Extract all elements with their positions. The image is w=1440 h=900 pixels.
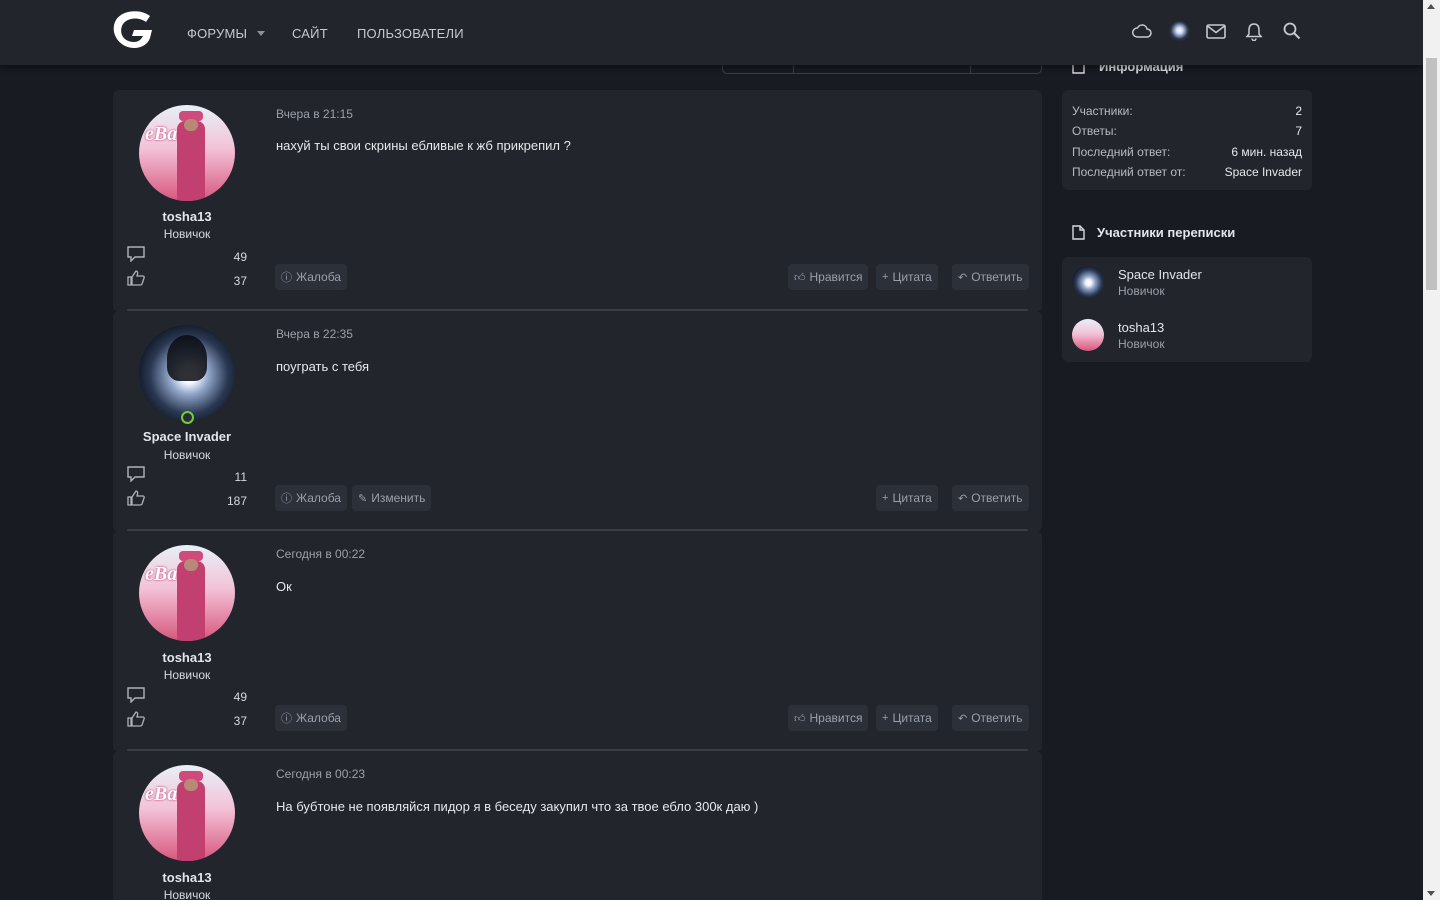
top-navbar: ФОРУМЫ САЙТ ПОЛЬЗОВАТЕЛИ <box>0 0 1423 65</box>
scrollbar-thumb[interactable] <box>1426 58 1437 290</box>
post: Space Invader Новичок 11 187 Вчера в 22:… <box>113 311 1042 532</box>
nav-forums[interactable]: ФОРУМЫ <box>187 26 247 41</box>
post-date[interactable]: Вчера в 21:15 <box>276 107 353 121</box>
thumbs-up-icon: 👍︎ <box>794 712 806 725</box>
alert-icon: ⓘ <box>281 493 292 505</box>
bell-icon[interactable] <box>1243 20 1265 42</box>
likes-count: 37 <box>233 714 247 728</box>
page-scrollbar[interactable] <box>1423 0 1440 900</box>
messages-count: 49 <box>233 690 247 704</box>
avatar[interactable]: eBarl <box>139 765 235 861</box>
nav-users[interactable]: ПОЛЬЗОВАТЕЛИ <box>357 26 464 41</box>
avatar[interactable] <box>139 325 235 421</box>
post-username[interactable]: tosha13 <box>139 209 235 224</box>
post-username[interactable]: tosha13 <box>139 870 235 885</box>
thread-info-panel: Участники: 2 Ответы: 7 Последний ответ: 6 м… <box>1062 90 1312 190</box>
plus-icon: + <box>882 492 889 504</box>
info-row-last-reply-by: Последний ответ от: Space Invader <box>1072 165 1302 179</box>
likes-count: 187 <box>226 494 247 508</box>
post-username[interactable]: Space Invader <box>139 429 235 444</box>
online-status-icon <box>181 411 194 424</box>
post-user-role: Новичок <box>163 668 211 682</box>
mail-icon[interactable] <box>1205 20 1227 42</box>
post-date[interactable]: Сегодня в 00:22 <box>276 547 365 561</box>
reply-icon: ↶ <box>958 492 968 505</box>
search-icon[interactable] <box>1281 20 1303 42</box>
post: eBarl tosha13 Новичок 49 37 Сегодня в 00… <box>113 531 1042 752</box>
quote-button[interactable]: + Цитата <box>876 705 938 731</box>
post-message: нахуй ты свои скрины ебливые к жб прикре… <box>276 138 571 153</box>
cloud-icon[interactable] <box>1131 20 1153 42</box>
reply-button[interactable]: ↶ Ответить <box>952 705 1029 731</box>
plus-icon: + <box>882 271 889 283</box>
info-row-participants: Участники: 2 <box>1072 104 1302 118</box>
avatar[interactable]: eBarl <box>139 545 235 641</box>
participant-role: Новичок <box>1118 283 1165 298</box>
post: eBarl tosha13 Новичок Сегодня в 00:23 На… <box>113 751 1042 900</box>
scroll-down-icon[interactable] <box>1427 891 1435 896</box>
report-button[interactable]: ⓘ Жалоба <box>275 485 347 511</box>
reply-button[interactable]: ↶ Ответить <box>952 264 1029 290</box>
participants-heading: Участники переписки <box>1072 225 1235 240</box>
reply-icon: ↶ <box>958 271 968 284</box>
post-user-role: Новичок <box>163 227 211 241</box>
post-date[interactable]: Вчера в 22:35 <box>276 327 353 341</box>
post-user-role: Новичок <box>163 448 211 462</box>
participant-name[interactable]: Space Invader <box>1118 267 1202 282</box>
post-message: Ок <box>276 579 292 594</box>
post-username[interactable]: tosha13 <box>139 650 235 665</box>
user-avatar-menu[interactable] <box>1169 21 1190 42</box>
likes-count: 37 <box>233 274 247 288</box>
participant-item[interactable]: Space Invader Новичок <box>1072 266 1202 298</box>
document-icon <box>1072 225 1085 240</box>
messages-icon <box>127 687 145 703</box>
avatar[interactable]: eBarl <box>139 105 235 201</box>
scroll-up-icon[interactable] <box>1427 4 1435 9</box>
post-message: На бубтоне не появляйся пидор я в беседу… <box>276 799 759 814</box>
participant-item[interactable]: tosha13 Новичок <box>1072 319 1165 351</box>
chevron-down-icon[interactable] <box>257 31 265 36</box>
avatar[interactable] <box>1072 266 1104 298</box>
edit-button[interactable]: ✎ Изменить <box>352 485 432 511</box>
reply-button[interactable]: ↶ Ответить <box>952 485 1029 511</box>
like-icon <box>127 711 145 727</box>
info-row-last-reply: Последний ответ: 6 мин. назад <box>1072 145 1302 159</box>
participant-name[interactable]: tosha13 <box>1118 320 1165 335</box>
reply-icon: ↶ <box>958 712 968 725</box>
info-row-replies: Ответы: 7 <box>1072 124 1302 138</box>
like-button[interactable]: 👍︎ Нравится <box>788 264 869 290</box>
report-button[interactable]: ⓘ Жалоба <box>275 705 347 731</box>
report-button[interactable]: ⓘ Жалоба <box>275 264 347 290</box>
participants-panel: Space Invader Новичок tosha13 Новичок <box>1062 257 1312 362</box>
quote-button[interactable]: + Цитата <box>876 485 938 511</box>
messages-count: 11 <box>234 470 247 484</box>
alert-icon: ⓘ <box>281 713 292 725</box>
pencil-icon: ✎ <box>358 492 368 505</box>
alert-icon: ⓘ <box>281 272 292 284</box>
post-message: поуграть с тебя <box>276 359 370 374</box>
participant-role: Новичок <box>1118 336 1165 351</box>
messages-count: 49 <box>233 250 247 264</box>
post-date[interactable]: Сегодня в 00:23 <box>276 767 365 781</box>
nav-site[interactable]: САЙТ <box>292 26 328 41</box>
site-logo[interactable] <box>110 8 158 54</box>
like-icon <box>127 270 145 286</box>
post: eBarl tosha13 Новичок 49 37 Вчера в 21:1… <box>113 90 1042 312</box>
messages-icon <box>127 466 145 482</box>
messages-icon <box>127 246 145 262</box>
plus-icon: + <box>882 712 889 724</box>
post-user-role: Новичок <box>163 888 211 900</box>
quote-button[interactable]: + Цитата <box>876 264 938 290</box>
thumbs-up-icon: 👍︎ <box>794 271 806 284</box>
last-reply-user-link[interactable]: Space Invader <box>1225 165 1302 179</box>
like-button[interactable]: 👍︎ Нравится <box>788 705 869 731</box>
avatar[interactable] <box>1072 319 1104 351</box>
like-icon <box>127 490 145 506</box>
